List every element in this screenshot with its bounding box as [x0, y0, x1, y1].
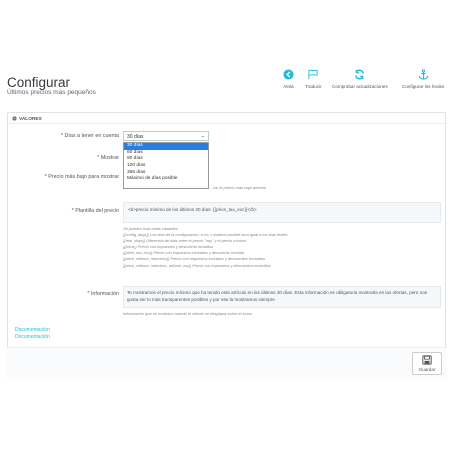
translate-button[interactable]: Traducir [305, 69, 322, 89]
info-label: * Información [87, 291, 119, 297]
page-subtitle: Últimos precios más pequeños [7, 89, 96, 96]
flag-icon [308, 69, 318, 80]
back-label: Atrás [283, 84, 294, 89]
info-hint: Información que se muestra cuando el cli… [123, 311, 253, 316]
template-label: * Plantilla del precio [71, 208, 119, 214]
save-label: Guardar [418, 367, 436, 372]
documentation-link[interactable]: Documentación [15, 327, 50, 333]
template-input[interactable]: <b>precio mínimo de los últimos 30 días:… [123, 202, 441, 223]
refresh-icon [355, 69, 365, 80]
days-select[interactable]: 30 días ⌄ [123, 131, 209, 141]
lowest-price-label: * Precio más bajo para mostrar [44, 174, 119, 180]
check-updates-button[interactable]: Comprobar actualizaciones [332, 69, 388, 89]
back-button[interactable]: Atrás [283, 69, 294, 89]
save-button[interactable]: Guardar [412, 352, 442, 375]
show-label: * Mostrar [97, 155, 119, 161]
days-option[interactable]: 30 días [124, 143, 208, 150]
documentation-link[interactable]: Documentación [15, 334, 50, 340]
gear-icon [12, 116, 17, 121]
days-option[interactable]: Máximo de días posible [124, 176, 208, 183]
days-select-value: 30 días [127, 133, 144, 140]
panel-heading: VALORES [8, 113, 445, 124]
days-option[interactable]: 120 días [124, 163, 208, 170]
variables-line: {{price_without_reduction_without_tax}} … [123, 262, 271, 268]
panel-footer [7, 347, 446, 379]
lowest-price-hint: ...rar el precio más bajo anterior [210, 185, 267, 190]
save-icon [422, 355, 432, 365]
page-title: Configurar [7, 75, 71, 90]
back-arrow-icon [283, 69, 294, 80]
days-label: * Días a tener en cuenta [60, 133, 119, 139]
anchor-icon [418, 69, 428, 80]
panel-heading-label: VALORES [19, 117, 42, 122]
variables-help: Se pueden usar estas variables: {{config… [123, 226, 423, 269]
days-dropdown: 30 días 60 días 90 días 120 días 365 día… [123, 142, 209, 189]
check-updates-label: Comprobar actualizaciones [332, 84, 388, 89]
info-input[interactable]: Te mostramos el precio mínimo que ha ten… [123, 286, 441, 308]
configure-hooks-label: Configurar los hooks [402, 84, 445, 89]
chevron-down-icon: ⌄ [200, 133, 205, 139]
configure-hooks-button[interactable]: Configurar los hooks [402, 69, 444, 89]
translate-label: Traducir [305, 84, 322, 89]
